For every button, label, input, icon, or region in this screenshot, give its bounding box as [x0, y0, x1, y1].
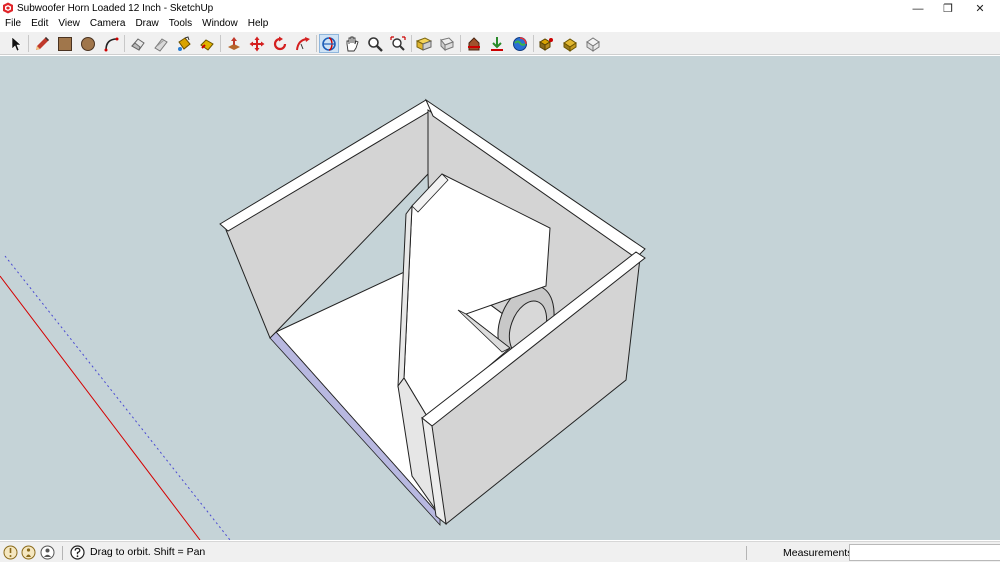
materials-icon[interactable]	[560, 34, 580, 53]
components-icon[interactable]	[537, 34, 557, 53]
status-bar: Drag to orbit. Shift = Pan Measurements	[0, 541, 1000, 562]
geolocation-icon[interactable]	[510, 34, 530, 53]
move-icon[interactable]	[247, 34, 267, 53]
red-axis	[0, 275, 201, 540]
status-separator	[62, 546, 63, 560]
orbit-icon[interactable]	[319, 34, 339, 53]
toolbar-separator	[533, 35, 534, 52]
close-button[interactable]: ✕	[964, 0, 996, 17]
user-status-icon[interactable]	[40, 545, 55, 560]
extension-icon[interactable]	[487, 34, 507, 53]
section-icon[interactable]	[437, 34, 457, 53]
measurements-label: Measurements	[783, 547, 853, 559]
title-bar: Subwoofer Horn Loaded 12 Inch - SketchUp…	[0, 0, 1000, 17]
maximize-button[interactable]: ❐	[932, 0, 964, 17]
eraser-sponge-icon[interactable]	[197, 34, 217, 53]
toolbar-separator	[411, 35, 412, 52]
credits-status-icon[interactable]	[21, 545, 36, 560]
warehouse-icon[interactable]	[464, 34, 484, 53]
menu-bar: File Edit View Camera Draw Tools Window …	[0, 17, 1000, 32]
rectangle-icon[interactable]	[55, 34, 75, 53]
arc-icon[interactable]	[101, 34, 121, 53]
menu-window[interactable]: Window	[197, 17, 243, 32]
toolbar-separator	[220, 35, 221, 52]
circle-icon[interactable]	[78, 34, 98, 53]
status-separator	[746, 546, 747, 560]
menu-edit[interactable]: Edit	[26, 17, 53, 32]
drawing-viewport[interactable]	[0, 56, 1000, 540]
views-icon[interactable]	[414, 34, 434, 53]
menu-view[interactable]: View	[53, 17, 85, 32]
sketchup-logo-icon	[3, 2, 13, 14]
menu-camera[interactable]: Camera	[85, 17, 131, 32]
help-icon[interactable]	[70, 545, 85, 560]
styles-icon[interactable]	[583, 34, 603, 53]
eraser-icon[interactable]	[128, 34, 148, 53]
menu-file[interactable]: File	[0, 17, 26, 32]
menu-tools[interactable]: Tools	[164, 17, 197, 32]
zoom-icon[interactable]	[365, 34, 385, 53]
push-pull-icon[interactable]	[224, 34, 244, 53]
pan-icon[interactable]	[342, 34, 362, 53]
toolbar-separator	[28, 35, 29, 52]
rotate-icon[interactable]	[270, 34, 290, 53]
menu-help[interactable]: Help	[243, 17, 274, 32]
minimize-button[interactable]: —	[902, 0, 934, 17]
status-hint: Drag to orbit. Shift = Pan	[90, 546, 206, 558]
paint-bucket-icon[interactable]	[174, 34, 194, 53]
toolbar-separator	[460, 35, 461, 52]
blue-axis	[4, 255, 231, 540]
zoom-extents-icon[interactable]	[388, 34, 408, 53]
toolbar-separator	[124, 35, 125, 52]
follow-me-icon[interactable]	[293, 34, 313, 53]
model-canvas[interactable]	[0, 56, 1000, 540]
tape-measure-icon[interactable]	[151, 34, 171, 53]
select-icon[interactable]	[6, 34, 26, 53]
pencil-icon[interactable]	[32, 34, 52, 53]
main-toolbar	[0, 32, 1000, 55]
geo-location-status-icon[interactable]	[3, 545, 18, 560]
window-title: Subwoofer Horn Loaded 12 Inch - SketchUp	[17, 3, 214, 14]
toolbar-separator	[316, 35, 317, 52]
menu-draw[interactable]: Draw	[130, 17, 163, 32]
measurements-input[interactable]	[849, 544, 1000, 561]
